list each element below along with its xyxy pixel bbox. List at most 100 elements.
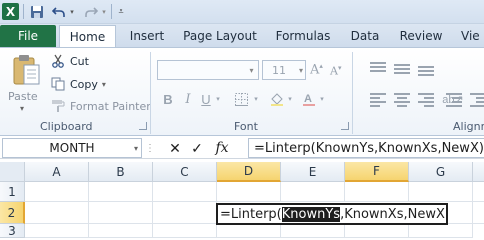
scissors-icon <box>50 53 66 69</box>
cut-button[interactable]: Cut <box>50 52 89 70</box>
cell[interactable] <box>345 224 409 238</box>
redo-dropdown-icon[interactable]: ▾ <box>100 3 108 20</box>
format-painter-button[interactable]: Format Painter <box>50 97 151 115</box>
svg-text:A: A <box>304 93 312 105</box>
column-header[interactable]: A <box>25 162 89 182</box>
copy-dropdown-icon[interactable]: ▾ <box>102 80 106 89</box>
enter-check-icon[interactable]: ✓ <box>188 139 206 157</box>
formula-bar: MONTH ▾ ⋮ ✕ ✓ fx =Linterp(KnownYs,KnownX… <box>0 137 484 159</box>
undo-dropdown-icon[interactable]: ▾ <box>68 3 76 20</box>
insert-function-icon[interactable]: fx <box>212 139 232 157</box>
tab-formulas[interactable]: Formulas <box>272 25 334 47</box>
tab-home[interactable]: Home <box>59 25 116 47</box>
cell[interactable] <box>409 182 473 202</box>
bottom-align-icon[interactable] <box>418 62 434 76</box>
cell[interactable] <box>153 182 217 202</box>
cell[interactable] <box>25 182 89 202</box>
cell[interactable] <box>89 182 153 202</box>
column-header-highlighted[interactable]: F <box>345 162 409 182</box>
chevron-down-icon[interactable]: ▾ <box>299 66 303 75</box>
cell[interactable] <box>217 182 281 202</box>
undo-icon[interactable] <box>50 3 68 20</box>
select-all-corner[interactable] <box>0 162 25 182</box>
row-header-active[interactable]: 2 <box>0 202 25 224</box>
font-size-input[interactable]: 11 ▾ <box>262 60 306 80</box>
bold-icon[interactable]: B <box>160 90 176 108</box>
cell[interactable] <box>217 224 281 238</box>
cell[interactable] <box>473 182 484 202</box>
cancel-icon[interactable]: ✕ <box>166 139 184 157</box>
italic-icon[interactable]: I <box>180 90 196 108</box>
cell[interactable] <box>89 224 153 238</box>
tab-data[interactable]: Data <box>349 25 381 47</box>
formula-input[interactable]: =Linterp(KnownYs,KnownXs,NewX) <box>248 138 484 158</box>
cell[interactable] <box>281 224 345 238</box>
ribbon: Paste ▾ Cut Copy ▾ Format Painter Clipbo… <box>0 47 484 136</box>
save-icon[interactable] <box>28 3 46 20</box>
cell[interactable] <box>409 224 473 238</box>
tab-review[interactable]: Review <box>397 25 445 47</box>
align-center-icon[interactable] <box>394 93 410 107</box>
name-box[interactable]: MONTH ▾ <box>2 138 142 158</box>
chevron-down-icon[interactable]: ▾ <box>214 90 222 108</box>
paste-icon[interactable] <box>12 53 42 87</box>
decrease-indent-icon[interactable] <box>446 93 462 107</box>
middle-align-icon[interactable] <box>394 62 410 76</box>
customize-icon[interactable]: ⩡ <box>115 3 127 20</box>
paste-dropdown-icon[interactable]: ▾ <box>20 104 24 113</box>
column-header[interactable]: B <box>89 162 153 182</box>
shrink-font-icon[interactable]: A▾ <box>330 64 341 78</box>
worksheet-grid: A B C D E F G 1 2 3 <box>0 162 484 238</box>
font-name-input[interactable]: ▾ <box>157 60 259 80</box>
chevron-down-icon[interactable]: ▾ <box>252 90 260 108</box>
column-header[interactable]: G <box>409 162 473 182</box>
cell[interactable] <box>25 224 89 238</box>
align-right-icon[interactable] <box>418 93 434 107</box>
chevron-down-icon[interactable]: ▾ <box>134 144 138 153</box>
toolbar-separator <box>23 4 24 19</box>
row-header[interactable]: 1 <box>0 182 25 202</box>
chevron-down-icon[interactable]: ▾ <box>286 90 294 108</box>
cell[interactable] <box>345 182 409 202</box>
paste-button-label[interactable]: Paste <box>8 90 38 103</box>
cell[interactable] <box>153 224 217 238</box>
resize-handle-icon[interactable]: ⋮ <box>145 139 155 157</box>
copy-button[interactable]: Copy ▾ <box>50 75 106 93</box>
toolbar-separator <box>111 4 112 19</box>
increase-indent-icon[interactable] <box>470 93 484 107</box>
borders-icon[interactable] <box>232 90 250 108</box>
formula-suffix: ,KnownXs,NewX) <box>340 206 448 222</box>
chevron-down-icon[interactable]: ▾ <box>318 90 326 108</box>
column-header-active[interactable]: D <box>217 162 281 182</box>
underline-icon[interactable]: U <box>198 90 214 108</box>
cell[interactable] <box>89 202 153 224</box>
grow-font-icon[interactable]: A▴ <box>310 62 323 77</box>
tab-insert[interactable]: Insert <box>126 25 168 47</box>
row-header[interactable]: 3 <box>0 224 25 238</box>
cell[interactable] <box>153 202 217 224</box>
paintbrush-icon <box>50 98 66 114</box>
align-left-icon[interactable] <box>370 93 386 107</box>
cell[interactable] <box>281 182 345 202</box>
copy-label: Copy <box>70 77 98 91</box>
cell[interactable] <box>448 202 473 224</box>
tab-file[interactable]: File <box>0 25 56 47</box>
font-dialog-launcher-icon[interactable] <box>341 122 349 130</box>
redo-icon[interactable] <box>82 3 100 20</box>
quick-access-toolbar: X ▾ ▾ ⩡ <box>0 0 484 24</box>
chevron-down-icon[interactable]: ▾ <box>245 61 258 79</box>
excel-logo-icon[interactable]: X <box>2 3 19 20</box>
copy-icon <box>50 76 66 92</box>
active-cell-editor[interactable]: =Linterp(KnownYs ,KnownXs,NewX) <box>216 203 448 225</box>
cell[interactable] <box>25 202 89 224</box>
fill-color-icon[interactable] <box>268 90 286 108</box>
top-align-icon[interactable] <box>370 62 386 76</box>
clipboard-dialog-launcher-icon[interactable] <box>139 122 147 130</box>
column-header[interactable]: C <box>153 162 217 182</box>
column-header[interactable] <box>473 162 484 182</box>
tab-view[interactable]: Vie <box>461 25 484 47</box>
column-header[interactable]: E <box>281 162 345 182</box>
cell[interactable] <box>473 202 484 224</box>
tab-page-layout[interactable]: Page Layout <box>183 25 257 47</box>
font-color-icon[interactable]: A <box>300 90 318 108</box>
